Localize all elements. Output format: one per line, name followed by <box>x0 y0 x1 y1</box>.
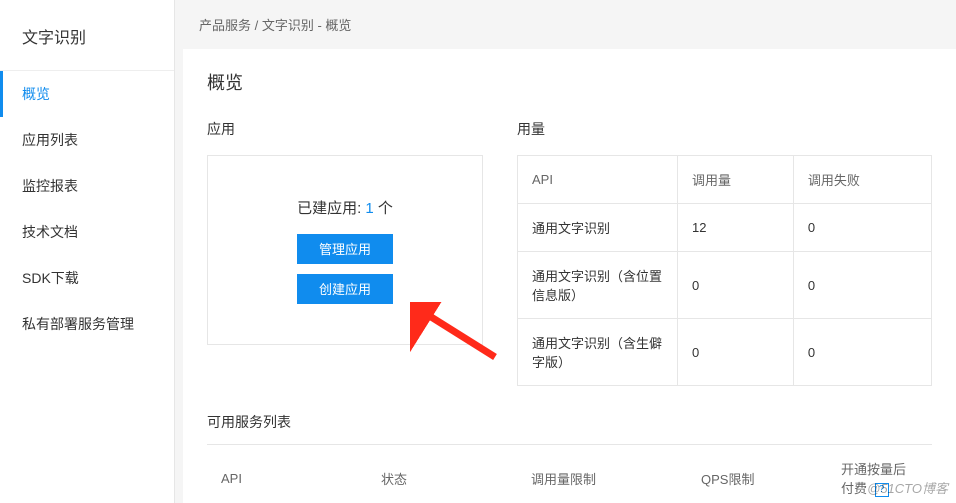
usage-col-calls: 调用量 <box>678 156 794 204</box>
sidebar: 文字识别 概览 应用列表 监控报表 技术文档 SDK下载 私有部署服务管理 <box>0 0 175 503</box>
app-count-line: 已建应用: 1 个 <box>297 197 393 218</box>
table-header-row: API 调用量 调用失败 <box>518 156 932 204</box>
manage-app-button[interactable]: 管理应用 <box>297 234 393 264</box>
usage-table: API 调用量 调用失败 通用文字识别 12 0 <box>517 155 932 386</box>
watermark: @51CTO博客 <box>867 478 948 497</box>
usage-calls: 0 <box>678 252 794 319</box>
svc-col-api: API <box>207 445 367 503</box>
services-section-title: 可用服务列表 <box>207 412 932 432</box>
sidebar-item-overview[interactable]: 概览 <box>0 71 174 117</box>
table-row: 通用文字识别（含生僻字版） 0 0 <box>518 319 932 386</box>
svc-col-status: 状态 <box>367 445 517 503</box>
usage-fails: 0 <box>793 252 931 319</box>
usage-api: 通用文字识别（含生僻字版） <box>518 319 678 386</box>
usage-calls: 0 <box>678 319 794 386</box>
table-header-row: API 状态 调用量限制 QPS限制 开通按量后付费 ? <box>207 445 932 503</box>
main: 产品服务 / 文字识别 - 概览 概览 应用 已建应用: 1 个 管理应用 创建… <box>175 0 956 503</box>
usage-fails: 0 <box>793 204 931 252</box>
sidebar-item-app-list[interactable]: 应用列表 <box>0 117 174 163</box>
usage-api: 通用文字识别 <box>518 204 678 252</box>
usage-fails: 0 <box>793 319 931 386</box>
sidebar-item-private-deploy[interactable]: 私有部署服务管理 <box>0 301 174 347</box>
usage-calls: 12 <box>678 204 794 252</box>
app-count-number: 1 <box>365 200 373 217</box>
usage-section: 用量 API 调用量 调用失败 通用文字识别 12 <box>517 119 932 386</box>
usage-col-fails: 调用失败 <box>793 156 931 204</box>
svc-col-qps: QPS限制 <box>687 445 827 503</box>
svc-col-limit: 调用量限制 <box>517 445 687 503</box>
page-title: 概览 <box>207 69 932 95</box>
app-count-prefix: 已建应用: <box>297 200 361 217</box>
content: 概览 应用 已建应用: 1 个 管理应用 创建应用 用量 <box>183 49 956 503</box>
create-app-button[interactable]: 创建应用 <box>297 274 393 304</box>
sidebar-title: 文字识别 <box>0 0 174 71</box>
sidebar-item-monitor[interactable]: 监控报表 <box>0 163 174 209</box>
app-card: 已建应用: 1 个 管理应用 创建应用 <box>207 155 483 345</box>
services-table: API 状态 调用量限制 QPS限制 开通按量后付费 ? 通用文字识别 <box>207 444 932 503</box>
usage-col-api: API <box>518 156 678 204</box>
table-row: 通用文字识别（含位置信息版） 0 0 <box>518 252 932 319</box>
app-section: 应用 已建应用: 1 个 管理应用 创建应用 <box>207 119 483 386</box>
table-row: 通用文字识别 12 0 <box>518 204 932 252</box>
app-section-title: 应用 <box>207 119 483 139</box>
breadcrumb: 产品服务 / 文字识别 - 概览 <box>175 0 956 49</box>
app-count-suffix: 个 <box>378 200 393 217</box>
sidebar-item-docs[interactable]: 技术文档 <box>0 209 174 255</box>
usage-api: 通用文字识别（含位置信息版） <box>518 252 678 319</box>
sidebar-item-sdk[interactable]: SDK下载 <box>0 255 174 301</box>
usage-section-title: 用量 <box>517 119 932 139</box>
